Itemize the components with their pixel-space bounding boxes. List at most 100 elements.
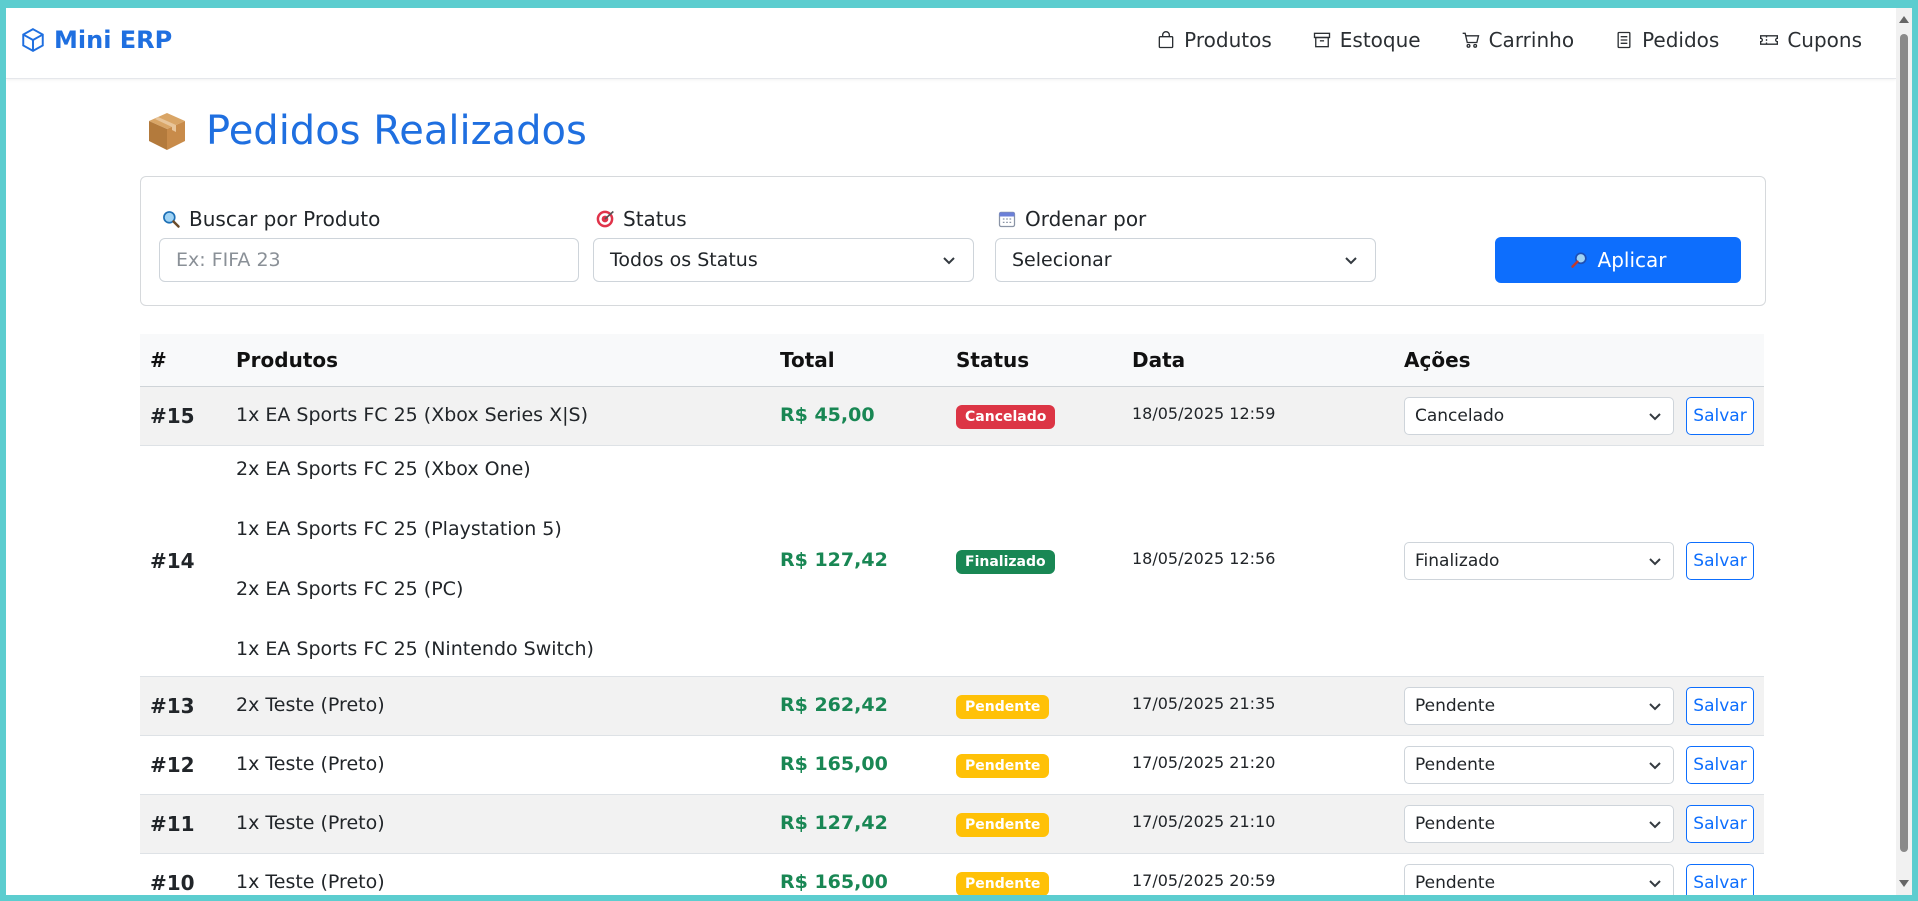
save-button[interactable]: Salvar: [1686, 687, 1754, 725]
status-action-value: Pendente: [1415, 755, 1496, 775]
header-produtos: Produtos: [236, 348, 339, 372]
chevron-down-icon: [1345, 257, 1357, 265]
nav-label: Carrinho: [1488, 28, 1575, 52]
order-total: R$ 127,42: [780, 812, 888, 834]
save-button[interactable]: Salvar: [1686, 805, 1754, 843]
status-badge-wrap: Pendente: [956, 813, 1050, 837]
target-icon: [596, 210, 614, 228]
status-action-select[interactable]: Cancelado: [1404, 397, 1674, 435]
scroll-down-arrow[interactable]: [1899, 880, 1909, 887]
order-id: #14: [150, 549, 195, 573]
status-badge-wrap: Pendente: [956, 872, 1050, 895]
chevron-down-icon: [1649, 762, 1661, 770]
order-date: 18/05/2025 12:59: [1132, 404, 1276, 423]
status-action-value: Pendente: [1415, 873, 1496, 893]
status-action-value: Cancelado: [1415, 406, 1505, 426]
scroll-thumb[interactable]: [1900, 34, 1908, 852]
nav-item-carrinho[interactable]: Carrinho: [1461, 28, 1574, 52]
order-date: 17/05/2025 21:35: [1132, 694, 1276, 713]
nav-links: Produtos Estoque Carrinho Pedidos Cupons: [1156, 28, 1862, 52]
table-row: #10 1x Teste (Preto) R$ 165,00 Pendente …: [140, 854, 1764, 895]
table-row: #13 2x Teste (Preto) R$ 262,42 Pendente …: [140, 677, 1764, 736]
product-line: 2x Teste (Preto): [236, 694, 385, 716]
nav-label: Cupons: [1787, 28, 1862, 52]
search-input[interactable]: [159, 238, 579, 282]
nav-label: Produtos: [1184, 28, 1272, 52]
page-title: Pedidos Realizados: [146, 108, 587, 154]
status-badge-wrap: Finalizado: [956, 550, 1055, 574]
order-select-value: Selecionar: [1012, 249, 1112, 271]
status-action-value: Pendente: [1415, 696, 1496, 716]
apply-button-label: Aplicar: [1597, 248, 1667, 272]
status-label: Status: [595, 207, 687, 231]
save-button[interactable]: Salvar: [1686, 542, 1754, 580]
brand-name: Mini ERP: [54, 26, 173, 54]
cube-icon: [22, 28, 44, 52]
filter-card: Buscar por Produto Status Todos os Statu…: [140, 176, 1766, 306]
chevron-down-icon: [1649, 703, 1661, 711]
browser-window: Mini ERP Produtos Estoque Carrinho Pedid…: [6, 8, 1912, 895]
order-total: R$ 165,00: [780, 871, 888, 893]
order-id: #10: [150, 871, 195, 895]
product-line: 2x EA Sports FC 25 (Xbox One): [236, 458, 531, 480]
order-total: R$ 165,00: [780, 753, 888, 775]
product-line: 1x EA Sports FC 25 (Nintendo Switch): [236, 638, 594, 660]
status-select[interactable]: Todos os Status: [593, 238, 974, 282]
archive-icon: [1313, 32, 1330, 48]
nav-item-produtos[interactable]: Produtos: [1156, 28, 1272, 52]
order-label: Ordenar por: [997, 207, 1146, 231]
order-total: R$ 262,42: [780, 694, 888, 716]
page-title-text: Pedidos Realizados: [206, 108, 587, 154]
nav-item-estoque[interactable]: Estoque: [1312, 28, 1421, 52]
apply-button[interactable]: Aplicar: [1495, 237, 1741, 283]
status-action-select[interactable]: Pendente: [1404, 805, 1674, 843]
order-total: R$ 45,00: [780, 404, 875, 426]
order-date: 17/05/2025 21:20: [1132, 753, 1276, 772]
status-badge-wrap: Pendente: [956, 695, 1050, 719]
status-action-select[interactable]: Pendente: [1404, 687, 1674, 725]
order-id: #13: [150, 694, 195, 718]
chevron-down-icon: [1649, 880, 1661, 888]
order-select[interactable]: Selecionar: [995, 238, 1376, 282]
brand-link[interactable]: Mini ERP: [20, 26, 172, 54]
product-line: 1x Teste (Preto): [236, 871, 385, 893]
status-badge: Pendente: [956, 695, 1050, 719]
save-button[interactable]: Salvar: [1686, 746, 1754, 784]
product-line: 1x EA Sports FC 25 (Playstation 5): [236, 518, 562, 540]
calendar-icon: [998, 211, 1016, 228]
vertical-scrollbar[interactable]: [1896, 8, 1912, 895]
status-action-value: Pendente: [1415, 814, 1496, 834]
header-data: Data: [1132, 348, 1186, 372]
chevron-down-icon: [1649, 413, 1661, 421]
header-acoes: Ações: [1404, 348, 1471, 372]
status-action-select[interactable]: Finalizado: [1404, 542, 1674, 580]
save-button[interactable]: Salvar: [1686, 864, 1754, 895]
status-badge: Pendente: [956, 813, 1050, 837]
cart-icon: [1462, 32, 1479, 48]
bag-icon: [1158, 31, 1174, 49]
order-date: 17/05/2025 21:10: [1132, 812, 1276, 831]
nav-item-pedidos[interactable]: Pedidos: [1614, 28, 1719, 52]
nav-label: Pedidos: [1642, 28, 1720, 52]
status-badge: Pendente: [956, 872, 1050, 895]
order-id: #11: [150, 812, 195, 836]
order-total: R$ 127,42: [780, 549, 888, 571]
status-action-value: Finalizado: [1415, 551, 1500, 571]
search-label: Buscar por Produto: [161, 207, 380, 231]
chevron-down-icon: [943, 257, 955, 265]
status-badge: Cancelado: [956, 405, 1056, 429]
table-header: # Produtos Total Status Data Ações: [140, 334, 1764, 388]
scroll-up-arrow[interactable]: [1899, 16, 1909, 23]
product-line: 1x Teste (Preto): [236, 812, 385, 834]
header-id: #: [150, 348, 167, 372]
nav-item-cupons[interactable]: Cupons: [1759, 28, 1862, 52]
table-row: #15 1x EA Sports FC 25 (Xbox Series X|S)…: [140, 387, 1764, 446]
save-button[interactable]: Salvar: [1686, 397, 1754, 435]
magnifier-icon: [1570, 252, 1587, 268]
table-row: #12 1x Teste (Preto) R$ 165,00 Pendente …: [140, 736, 1764, 795]
status-action-select[interactable]: Pendente: [1404, 746, 1674, 784]
chevron-down-icon: [1649, 558, 1661, 566]
status-badge: Finalizado: [956, 550, 1055, 574]
status-action-select[interactable]: Pendente: [1404, 864, 1674, 895]
status-badge-wrap: Cancelado: [956, 405, 1056, 429]
